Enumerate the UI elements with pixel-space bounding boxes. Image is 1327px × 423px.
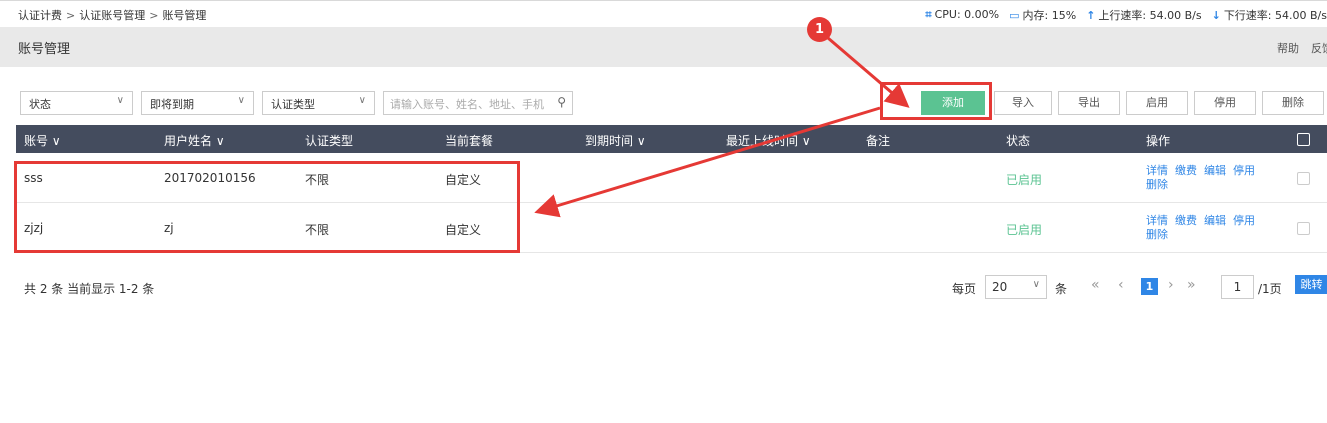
system-status: ⌗ CPU: 0.00% ▭ 内存: 15% ↑ 上行速率: 54.00 B/s ↓ 下… bbox=[925, 7, 1327, 23]
per-page-value: 20 bbox=[992, 280, 1008, 294]
auth-type-select-value: 认证类型 bbox=[271, 98, 315, 111]
status-select[interactable]: 状态 ∨ bbox=[20, 91, 133, 115]
memory-status: ▭ 内存: 15% bbox=[1009, 7, 1076, 23]
last-page-icon[interactable]: » bbox=[1187, 277, 1196, 293]
search-input[interactable]: 请输入账号、姓名、地址、手机 ⚲ bbox=[383, 91, 573, 115]
download-label: 下行速率: 54.00 B/s bbox=[1223, 9, 1327, 22]
row-checkbox[interactable] bbox=[1297, 222, 1310, 235]
per-page-unit: 条 bbox=[1055, 282, 1068, 296]
delete-link[interactable]: 删除 bbox=[1146, 178, 1168, 191]
column-header-package: 当前套餐 bbox=[445, 134, 494, 148]
cpu-icon: ⌗ bbox=[925, 8, 932, 21]
column-header-auth-type: 认证类型 bbox=[305, 134, 354, 148]
cell-package: 自定义 bbox=[445, 223, 482, 237]
column-header-actions: 操作 bbox=[1146, 134, 1171, 148]
accounts-table: 账号 ∨ 用户姓名 ∨ 认证类型 当前套餐 到期时间 ∨ 最近上线时间 ∨ 备注… bbox=[16, 125, 1327, 253]
delete-link[interactable]: 删除 bbox=[1146, 228, 1168, 241]
disable-button[interactable]: 停用 bbox=[1194, 91, 1256, 115]
record-summary: 共 2 条 当前显示 1-2 条 bbox=[24, 282, 155, 296]
feedback-link[interactable]: 反馈 bbox=[1311, 42, 1327, 55]
breadcrumb-item[interactable]: 认证计费 bbox=[18, 9, 62, 22]
cpu-status: ⌗ CPU: 0.00% bbox=[925, 8, 999, 22]
per-page-select[interactable]: 20 ∨ bbox=[985, 275, 1047, 299]
arrow-up-icon: ↑ bbox=[1086, 9, 1096, 22]
delete-button[interactable]: 删除 bbox=[1262, 91, 1324, 115]
current-page[interactable]: 1 bbox=[1141, 278, 1158, 295]
upload-label: 上行速率: 54.00 B/s bbox=[1098, 9, 1202, 22]
download-status: ↓ 下行速率: 54.00 B/s bbox=[1212, 7, 1327, 23]
page-input[interactable]: 1 bbox=[1221, 275, 1254, 299]
monitor-icon: ▭ bbox=[1009, 9, 1020, 22]
filter-bar: 状态 ∨ 即将到期 ∨ 认证类型 ∨ 请输入账号、姓名、地址、手机 ⚲ bbox=[20, 91, 573, 115]
chevron-down-icon: ∨ bbox=[116, 95, 124, 106]
expiring-select[interactable]: 即将到期 ∨ bbox=[141, 91, 254, 115]
breadcrumb: 认证计费 > 认证账号管理 > 账号管理 bbox=[18, 9, 207, 22]
header-links: 帮助反馈 bbox=[1265, 40, 1327, 56]
cell-package: 自定义 bbox=[445, 173, 482, 187]
cell-account: zjzj bbox=[24, 221, 44, 235]
total-pages: /1页 bbox=[1258, 282, 1282, 296]
help-link[interactable]: 帮助 bbox=[1277, 42, 1299, 55]
detail-link[interactable]: 详情 bbox=[1146, 214, 1168, 227]
per-page-label: 每页 bbox=[952, 282, 977, 296]
chevron-down-icon: ∨ bbox=[237, 95, 245, 106]
search-icon[interactable]: ⚲ bbox=[557, 95, 566, 109]
cell-name: 201702010156 bbox=[164, 171, 256, 185]
disable-link[interactable]: 停用 bbox=[1233, 164, 1255, 177]
enable-button[interactable]: 启用 bbox=[1126, 91, 1188, 115]
status-select-value: 状态 bbox=[29, 98, 51, 111]
cell-auth-type: 不限 bbox=[305, 223, 330, 237]
next-page-icon[interactable]: › bbox=[1168, 277, 1174, 293]
page-title: 账号管理 bbox=[18, 42, 71, 57]
edit-link[interactable]: 编辑 bbox=[1204, 164, 1226, 177]
upload-status: ↑ 上行速率: 54.00 B/s bbox=[1086, 7, 1201, 23]
pay-link[interactable]: 缴费 bbox=[1175, 214, 1197, 227]
prev-page-icon[interactable]: ‹ bbox=[1118, 277, 1124, 293]
add-button[interactable]: 添加 bbox=[921, 91, 985, 115]
breadcrumb-item: 账号管理 bbox=[162, 9, 207, 22]
cpu-label: CPU: 0.00% bbox=[934, 8, 1000, 21]
column-header-status: 状态 bbox=[1006, 134, 1031, 148]
jump-button[interactable]: 跳转 bbox=[1295, 275, 1327, 294]
cell-account: sss bbox=[24, 171, 43, 185]
column-header-expire[interactable]: 到期时间 ∨ bbox=[585, 132, 646, 149]
table-row: zjzj zj 不限 自定义 已启用 详情 缴费 编辑 停用删除 bbox=[16, 203, 1327, 253]
row-actions: 详情 缴费 编辑 停用删除 bbox=[1146, 164, 1276, 192]
table-row: sss 201702010156 不限 自定义 已启用 详情 缴费 编辑 停用删除 bbox=[16, 153, 1327, 203]
row-checkbox[interactable] bbox=[1297, 172, 1310, 185]
column-header-last-online[interactable]: 最近上线时间 ∨ bbox=[726, 132, 811, 149]
top-bar: 认证计费 > 认证账号管理 > 账号管理 ⌗ CPU: 0.00% ▭ 内存: 15% ↑ 上… bbox=[0, 0, 1327, 27]
export-button[interactable]: 导出 bbox=[1058, 91, 1120, 115]
breadcrumb-item[interactable]: 认证账号管理 bbox=[79, 9, 145, 22]
detail-link[interactable]: 详情 bbox=[1146, 164, 1168, 177]
arrow-down-icon: ↓ bbox=[1211, 9, 1221, 22]
first-page-icon[interactable]: « bbox=[1091, 277, 1100, 293]
pay-link[interactable]: 缴费 bbox=[1175, 164, 1197, 177]
step-badge: 1 bbox=[807, 17, 832, 42]
auth-type-select[interactable]: 认证类型 ∨ bbox=[262, 91, 375, 115]
select-all-checkbox[interactable] bbox=[1297, 133, 1310, 146]
cell-name: zj bbox=[164, 221, 174, 235]
cell-status: 已启用 bbox=[1006, 173, 1043, 187]
page-header: 账号管理 帮助反馈 bbox=[0, 27, 1327, 67]
column-header-note: 备注 bbox=[866, 134, 891, 148]
column-header-account[interactable]: 账号 ∨ bbox=[24, 132, 61, 149]
cell-status: 已启用 bbox=[1006, 223, 1043, 237]
chevron-down-icon: ∨ bbox=[358, 95, 366, 106]
edit-link[interactable]: 编辑 bbox=[1204, 214, 1226, 227]
memory-label: 内存: 15% bbox=[1022, 9, 1077, 22]
chevron-down-icon: ∨ bbox=[1032, 279, 1040, 290]
cell-auth-type: 不限 bbox=[305, 173, 330, 187]
row-actions: 详情 缴费 编辑 停用删除 bbox=[1146, 214, 1276, 242]
disable-link[interactable]: 停用 bbox=[1233, 214, 1255, 227]
search-placeholder: 请输入账号、姓名、地址、手机 bbox=[390, 98, 544, 111]
table-header: 账号 ∨ 用户姓名 ∨ 认证类型 当前套餐 到期时间 ∨ 最近上线时间 ∨ 备注… bbox=[16, 125, 1327, 153]
expiring-select-value: 即将到期 bbox=[150, 98, 194, 111]
column-header-name[interactable]: 用户姓名 ∨ bbox=[164, 132, 225, 149]
import-button[interactable]: 导入 bbox=[994, 91, 1052, 115]
